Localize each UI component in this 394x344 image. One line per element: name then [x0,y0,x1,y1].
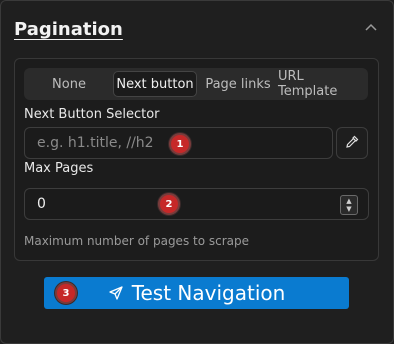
stepper-up-icon[interactable]: ▲ [346,197,351,205]
test-navigation-label: Test Navigation [131,281,286,305]
eyedropper-icon [345,134,359,153]
max-pages-value: 0 [37,196,46,212]
send-icon [108,285,124,301]
tab-page-links[interactable]: Page links [200,71,276,97]
section-title: Pagination [14,19,123,40]
tab-none[interactable]: None [26,71,112,97]
max-pages-label: Max Pages [24,161,94,176]
next-button-selector-label: Next Button Selector [24,107,160,122]
annotation-marker-2: 2 [158,193,180,215]
next-button-selector-placeholder: e.g. h1.title, //h2 [37,135,154,151]
test-navigation-button[interactable]: Test Navigation [44,277,349,309]
max-pages-stepper[interactable]: ▲ ▼ [340,195,358,215]
annotation-marker-1: 1 [169,133,191,155]
tab-next-button[interactable]: Next button [113,71,197,97]
pagination-mode-tabs: None Next button Page links URL Template [24,68,368,100]
element-picker-button[interactable] [336,127,368,159]
max-pages-helper-text: Maximum number of pages to scrape [24,234,250,248]
tab-url-template[interactable]: URL Template [278,69,366,99]
stepper-down-icon[interactable]: ▼ [346,205,351,213]
max-pages-input[interactable]: 0 [24,188,369,220]
annotation-marker-3: 3 [55,282,77,304]
chevron-up-icon[interactable] [362,18,380,36]
